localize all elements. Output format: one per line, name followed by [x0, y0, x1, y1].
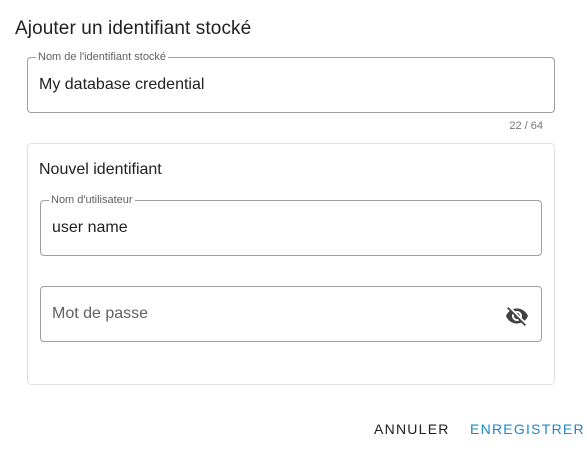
dialog-title: Ajouter un identifiant stocké	[15, 18, 252, 39]
credential-name-label: Nom de l'identifiant stocké	[36, 50, 169, 64]
eye-off-icon[interactable]	[505, 304, 529, 328]
character-counter: 22 / 64	[509, 120, 543, 132]
credential-name-value: My database credential	[39, 76, 205, 93]
username-label: Nom d'utilisateur	[49, 193, 135, 207]
section-title: Nouvel identifiant	[39, 161, 162, 178]
new-credential-section: Nouvel identifiant Nom d'utilisateur use…	[27, 143, 555, 385]
username-value: user name	[52, 219, 128, 236]
username-field[interactable]: Nom d'utilisateur user name	[40, 193, 542, 256]
save-button[interactable]: ENREGISTRER	[470, 421, 585, 437]
password-field[interactable]: Mot de passe	[40, 286, 542, 342]
credential-name-field[interactable]: Nom de l'identifiant stocké My database …	[27, 50, 555, 113]
cancel-button[interactable]: ANNULER	[374, 421, 450, 437]
password-placeholder: Mot de passe	[52, 305, 149, 322]
